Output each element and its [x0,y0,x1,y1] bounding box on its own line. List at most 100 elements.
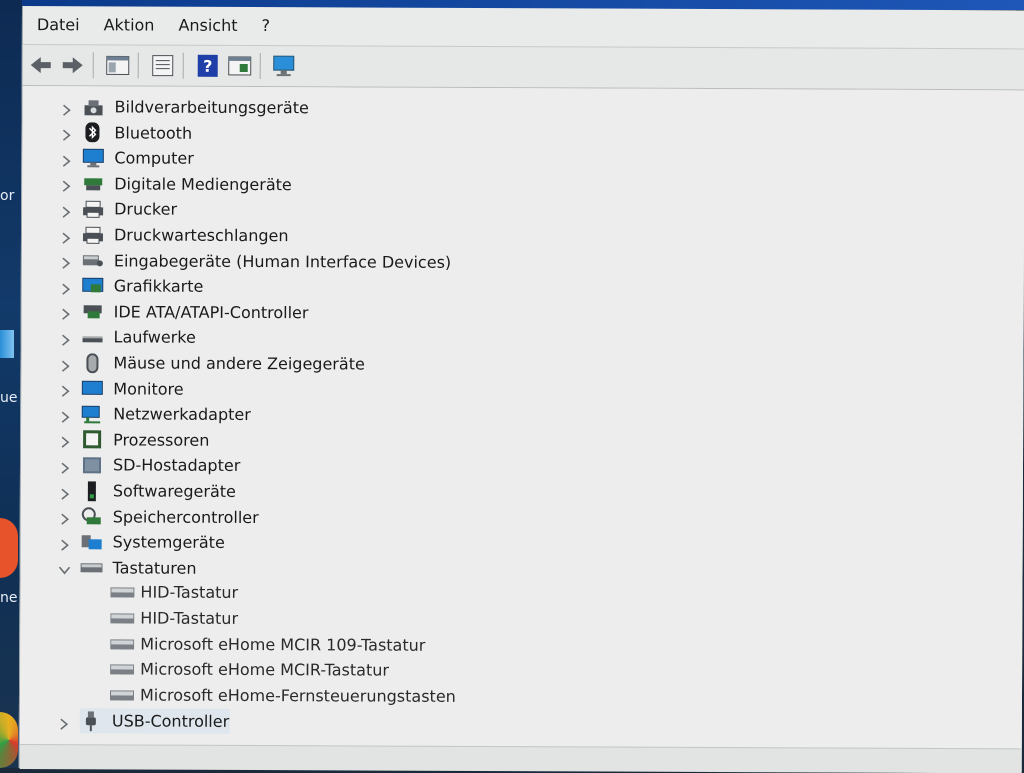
chevron-down-icon[interactable] [59,561,71,573]
tree-node-label: Grafikkarte [114,277,204,296]
menu-datei[interactable]: Datei [25,15,92,34]
update-driver-button[interactable] [226,52,254,80]
menu-help[interactable]: ? [250,15,283,34]
keyboard-icon [110,636,132,656]
chevron-right-icon[interactable] [59,382,71,394]
chevron-right-icon[interactable] [59,485,71,497]
processor-icon [81,430,103,450]
storage-controller-icon [81,506,103,526]
tree-child-label: HID-Tastatur [140,583,238,602]
chevron-right-icon[interactable] [59,459,71,471]
desktop-app-icon[interactable] [0,518,18,578]
hid-icon [82,250,104,270]
menu-aktion[interactable]: Aktion [92,15,167,34]
tree-node-label: Netzwerkadapter [113,405,251,425]
toolbar: ? [23,44,1024,90]
tree-node-network-adapter[interactable]: Netzwerkadapter [21,401,1023,430]
tree-node-media-device[interactable]: Digitale Mediengeräte [22,171,1024,200]
tree-child-label: HID-Tastatur [140,609,238,628]
chevron-right-icon[interactable] [58,715,70,727]
forward-button[interactable] [59,51,87,79]
properties-icon [151,55,175,77]
tree-node-label: Druckwarteschlangen [114,225,289,245]
sd-host-icon [81,455,103,475]
chevron-right-icon[interactable] [61,101,73,113]
toolbar-separator [138,53,139,79]
tree-node-label: Speichercontroller [113,507,259,527]
tree-node-monitor[interactable]: Monitore [21,376,1023,405]
back-button[interactable] [27,51,55,79]
tree-child-node[interactable]: Microsoft eHome MCIR 109-Tastatur [20,631,1022,660]
toolbar-separator [93,52,94,78]
tree-child-node[interactable]: HID-Tastatur [20,605,1022,634]
system-device-icon [81,532,103,552]
tree-node-software-device[interactable]: Softwaregeräte [21,478,1023,507]
properties-button[interactable] [149,52,177,80]
tree-node-print-queue[interactable]: Druckwarteschlangen [22,222,1024,251]
device-manager-window: Datei Aktion Ansicht ? ? Bildverarbei [19,6,1024,772]
tree-node-storage-controller[interactable]: Speichercontroller [21,504,1023,533]
help-icon: ? [197,54,219,78]
printer-icon [82,199,104,219]
tree-node-label: Mäuse und andere Zeigegeräte [113,353,364,373]
help-button[interactable]: ? [194,52,222,80]
tree-child-node[interactable]: Microsoft eHome-Fernsteuerungstasten [20,682,1022,711]
tree-child-label: Microsoft eHome MCIR 109-Tastatur [140,634,425,654]
chevron-right-icon[interactable] [59,357,71,369]
tree-node-label: Monitore [113,379,183,398]
tree-node-label: Bildverarbeitungsgeräte [115,97,309,117]
show-hide-tree-icon [106,54,130,76]
tree-node-label: Tastaturen [113,558,197,577]
tree-node-disk-drive[interactable]: Laufwerke [22,324,1024,353]
chevron-right-icon[interactable] [60,126,72,138]
tree-node-system-device[interactable]: Systemgeräte [21,529,1023,558]
tree-child-node[interactable]: Microsoft eHome MCIR-Tastatur [20,656,1022,685]
chevron-right-icon[interactable] [59,433,71,445]
tree-node-label: IDE ATA/ATAPI-Controller [114,302,309,322]
keyboard-icon [110,662,132,682]
tree-node-mouse[interactable]: Mäuse und andere Zeigegeräte [21,350,1023,379]
chevron-right-icon[interactable] [59,510,71,522]
mouse-icon [81,353,103,373]
tree-node-label: Laufwerke [114,328,196,347]
tree-node-sd-host[interactable]: SD-Hostadapter [21,452,1023,481]
chevron-right-icon[interactable] [60,229,72,241]
update-driver-icon [228,55,252,77]
tree-node-label: Systemgeräte [113,533,225,552]
tree-node-computer[interactable]: Computer [22,145,1024,174]
chevron-right-icon[interactable] [60,203,72,215]
print-queue-icon [82,225,104,245]
tree-node-ide-controller[interactable]: IDE ATA/ATAPI-Controller [22,299,1024,328]
chevron-right-icon[interactable] [60,254,72,266]
tree-node-bluetooth[interactable]: Bluetooth [22,120,1024,149]
chevron-right-icon[interactable] [60,177,72,189]
media-device-icon [82,174,104,194]
chevron-right-icon[interactable] [60,152,72,164]
ide-controller-icon [82,302,104,322]
chevron-right-icon[interactable] [60,331,72,343]
tree-node-usb[interactable]: USB-Controller [20,708,1022,737]
tree-node-processor[interactable]: Prozessoren [21,427,1023,456]
tree-child-node[interactable]: HID-Tastatur [20,579,1022,608]
show-hide-tree-button[interactable] [104,51,132,79]
software-device-icon [81,481,103,501]
tree-node-printer[interactable]: Drucker [22,196,1024,225]
scan-hardware-button[interactable] [271,52,299,80]
chevron-right-icon[interactable] [60,280,72,292]
tree-node-camera[interactable]: Bildverarbeitungsgeräte [23,94,1024,123]
toolbar-separator [183,53,184,79]
desktop-app-icon[interactable] [0,330,14,358]
chevron-right-icon[interactable] [60,305,72,317]
menu-bar: Datei Aktion Ansicht ? [23,6,1024,46]
display-adapter-icon [82,276,104,296]
tree-node-label: Computer [114,149,194,168]
scan-hardware-icon [272,54,298,78]
computer-icon [82,148,104,168]
tree-node-label: SD-Hostadapter [113,456,240,476]
tree-node-display-adapter[interactable]: Grafikkarte [22,273,1024,302]
tree-node-label: Prozessoren [113,430,209,449]
chevron-right-icon[interactable] [59,408,71,420]
tree-node-hid[interactable]: Eingabegeräte (Human Interface Devices) [22,248,1024,277]
chevron-right-icon[interactable] [59,536,71,548]
menu-ansicht[interactable]: Ansicht [166,15,249,34]
